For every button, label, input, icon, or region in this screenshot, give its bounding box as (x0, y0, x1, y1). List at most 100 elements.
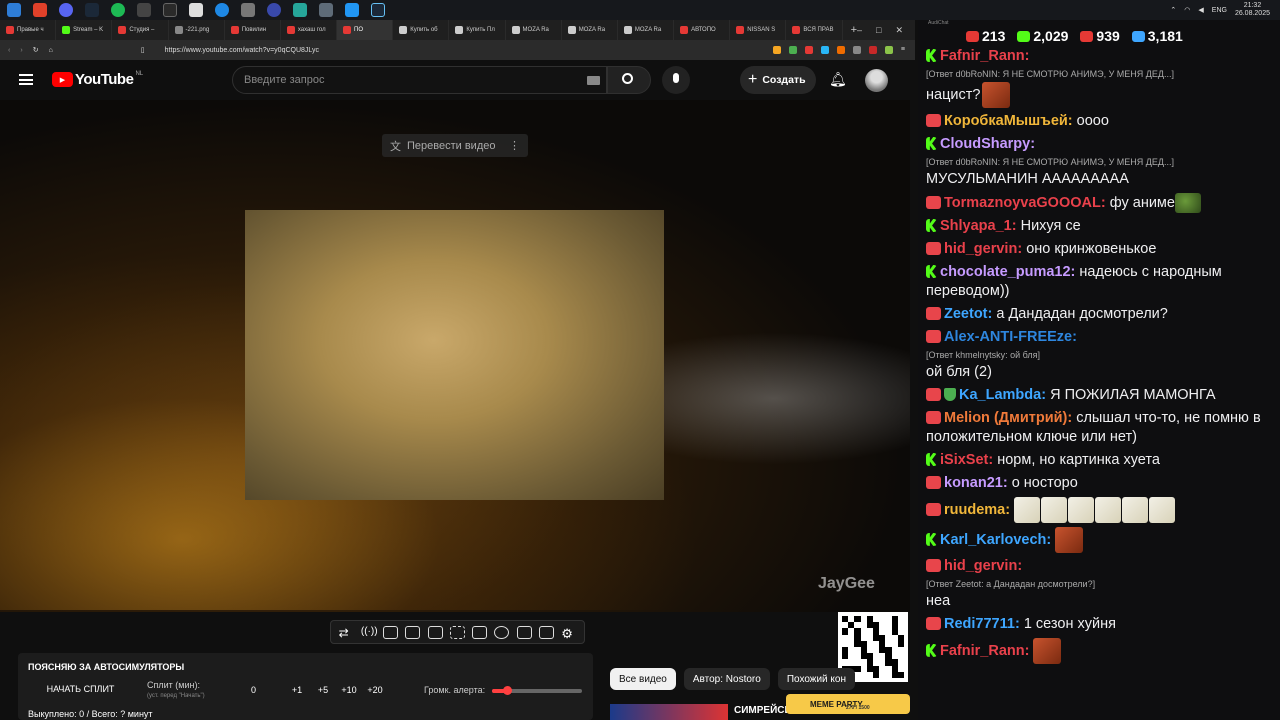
add-clip-icon[interactable] (516, 625, 532, 639)
keyboard-icon[interactable] (587, 76, 600, 85)
voice-search-button[interactable] (662, 66, 690, 94)
capcut-icon[interactable] (189, 3, 203, 17)
chat-username[interactable]: Zeetot: (944, 306, 992, 322)
search-input[interactable]: Введите запрос (244, 74, 324, 86)
screenshot-camera-icon[interactable] (539, 625, 555, 639)
obs-icon[interactable] (163, 3, 177, 17)
tray-chevron-icon[interactable]: ⌃ (1170, 6, 1176, 14)
chat-username[interactable]: Fafnir_Rann: (940, 48, 1029, 64)
browser-tab[interactable]: АВТОПО (674, 20, 731, 40)
browser-tab[interactable]: Купить об (393, 20, 450, 40)
volume-slider[interactable] (492, 686, 582, 695)
menu-icon[interactable]: ≡ (901, 46, 905, 54)
create-button[interactable]: + Создать (740, 66, 816, 94)
search-button[interactable] (607, 66, 651, 94)
reload-icon[interactable]: ↻ (33, 46, 39, 54)
close-icon[interactable]: ✕ (895, 25, 903, 36)
discord-icon[interactable] (59, 3, 73, 17)
browser-tab[interactable]: MOZA Ra (618, 20, 675, 40)
chat-username[interactable]: TormaznoyvaGOOOAL: (944, 195, 1106, 211)
search-box[interactable]: Введите запрос (232, 66, 607, 94)
app-icon[interactable] (137, 3, 151, 17)
translate-video-button[interactable]: 文 Перевести видео ⋮ (382, 134, 528, 157)
chat-username[interactable]: Alex-ANTI-FREEze: (944, 329, 1077, 345)
browser-tab[interactable]: MOZA Ra (506, 20, 562, 40)
increment-button[interactable]: +1 (284, 685, 310, 695)
browser-tab[interactable]: Студия – (112, 20, 169, 40)
browser-tab[interactable]: NISSAN S (730, 20, 787, 40)
notifications-bell-icon[interactable]: 🔔︎ (829, 71, 847, 88)
chat-username[interactable]: chocolate_puma12: (940, 264, 1075, 280)
crop-icon[interactable] (449, 625, 465, 639)
browser-tab[interactable]: MOZA Ra (562, 20, 618, 40)
app3-icon[interactable] (241, 3, 255, 17)
chat-username[interactable]: Karl_Karlovech: (940, 532, 1051, 548)
browser-tab[interactable]: ПО (337, 20, 394, 40)
split-value-field[interactable]: 0 (251, 685, 256, 695)
chat-username[interactable]: Redi77711: (944, 616, 1020, 632)
steam-icon[interactable] (85, 3, 99, 17)
app2-icon[interactable] (215, 3, 229, 17)
brave-icon[interactable] (33, 3, 47, 17)
chat-username[interactable]: Melion (Дмитрий): (944, 410, 1072, 426)
back-icon[interactable]: ‹ (8, 47, 10, 54)
extension-icon[interactable] (788, 46, 797, 54)
browser-tab[interactable]: -221.png (169, 20, 225, 40)
extension-icon[interactable] (884, 46, 893, 54)
app4-icon[interactable] (267, 3, 281, 17)
picture-in-picture-icon[interactable] (427, 625, 443, 639)
volume-knob[interactable] (503, 686, 513, 695)
audio-wave-icon[interactable]: ((·)) (361, 626, 378, 639)
telegram-icon[interactable] (345, 3, 359, 17)
start-icon[interactable] (7, 3, 21, 17)
browser-tab[interactable]: хахаш гол (281, 20, 338, 40)
increment-button[interactable]: +20 (362, 685, 388, 695)
extension-icon[interactable] (836, 46, 845, 54)
spotify-icon[interactable] (111, 3, 125, 17)
chat-username[interactable]: ruudema: (944, 502, 1010, 518)
screen-capture-icon[interactable] (383, 625, 399, 639)
clock[interactable]: 21:32 26.08.2025 (1235, 2, 1270, 18)
minimize-icon[interactable]: – (857, 25, 862, 36)
browser-tab[interactable]: ВСЯ ПРАВ (786, 20, 843, 40)
chat-username[interactable]: CloudSharpy: (940, 136, 1035, 152)
browser-tab[interactable]: Правые ч (0, 20, 57, 40)
speed-gauge-icon[interactable] (494, 625, 510, 639)
extension-icon[interactable] (820, 46, 829, 54)
filter-chip[interactable]: Похожий кон (777, 668, 855, 690)
youtube-logo[interactable]: ▶ YouTube NL (52, 71, 143, 88)
extension-icon[interactable] (772, 46, 781, 54)
settings-gear-icon[interactable]: ⚙ (561, 626, 576, 641)
start-split-button[interactable]: НАЧАТЬ СПЛИТ (28, 680, 133, 698)
increment-button[interactable]: +5 (310, 685, 336, 695)
chat-username[interactable]: Fafnir_Rann: (940, 643, 1029, 659)
filter-chip[interactable]: Автор: Nostoro (683, 668, 770, 690)
bookmark-icon[interactable]: ▯ (141, 46, 145, 54)
loop-icon[interactable]: ⇄ (339, 626, 354, 640)
steam2-icon[interactable] (371, 3, 385, 17)
video-player[interactable]: 文 Перевести видео ⋮ JayGee (0, 100, 910, 612)
url-field[interactable]: https://www.youtube.com/watch?v=y0qCQU8J… (165, 47, 319, 54)
browser-tab[interactable]: Купить Пл (449, 20, 506, 40)
extension-icon[interactable] (868, 46, 877, 54)
forward-icon[interactable]: › (20, 47, 22, 54)
chat-username[interactable]: hid_gervin: (944, 241, 1022, 257)
recommendation-title[interactable]: СИМРЕЙСИ (734, 705, 792, 716)
chat-username[interactable]: КоробкаМышъей: (944, 113, 1073, 129)
app5-icon[interactable] (293, 3, 307, 17)
language-indicator[interactable]: ENG (1212, 7, 1227, 14)
hamburger-menu-icon[interactable] (19, 74, 33, 85)
extension-icon[interactable] (852, 46, 861, 54)
home-icon[interactable]: ⌂ (49, 47, 53, 54)
chat-username[interactable]: iSixSet: (940, 452, 993, 468)
browser-tab[interactable]: Stream – K (56, 20, 113, 40)
chat-username[interactable]: konan21: (944, 475, 1008, 491)
volume-icon[interactable]: ◀ (1198, 6, 1203, 14)
app6-icon[interactable] (319, 3, 333, 17)
maximize-icon[interactable]: □ (876, 25, 881, 36)
recommendation-thumbnail[interactable] (610, 704, 728, 720)
cinema-mode-icon[interactable] (472, 625, 488, 639)
avatar[interactable] (865, 69, 888, 92)
film-icon[interactable] (405, 625, 421, 639)
chat-username[interactable]: Shlyapa_1: (940, 218, 1017, 234)
